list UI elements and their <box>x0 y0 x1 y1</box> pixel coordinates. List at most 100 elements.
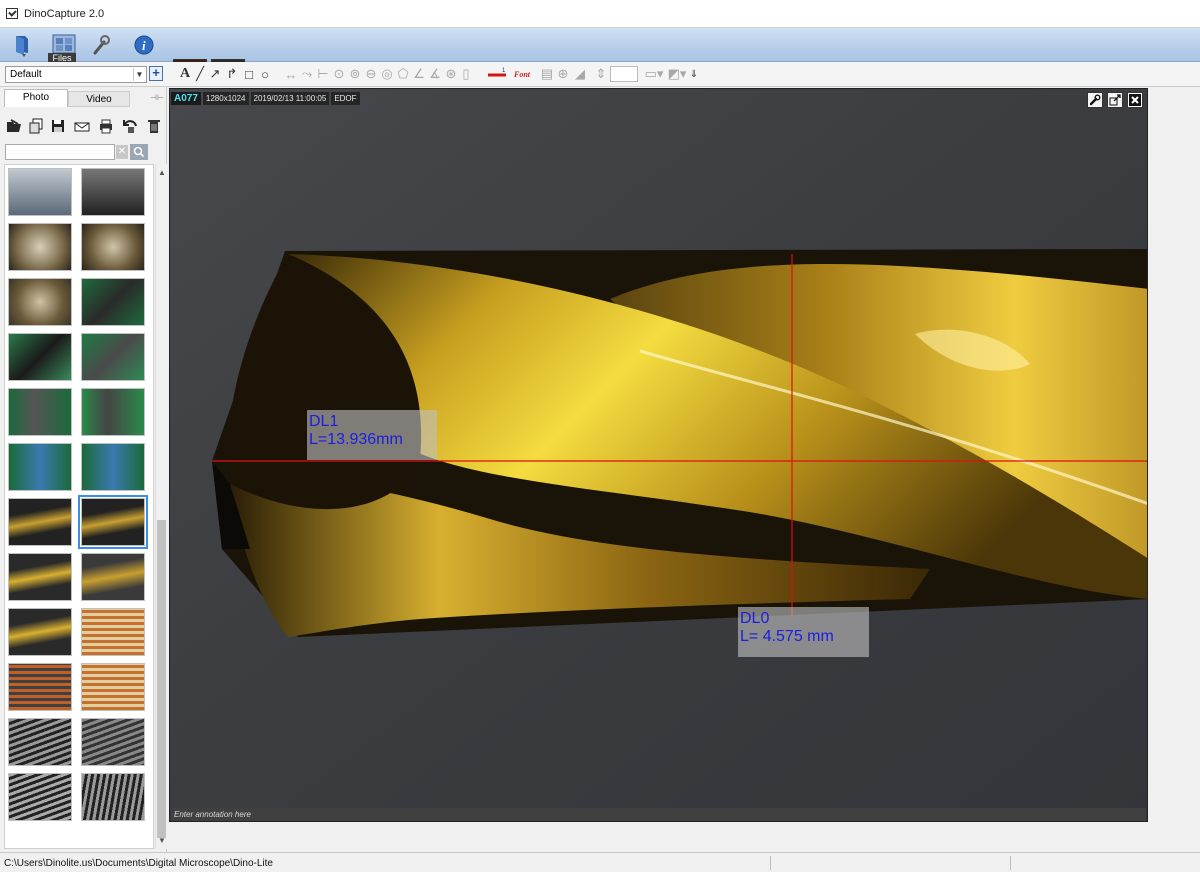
distance-tool-icon[interactable]: ↔ <box>284 65 298 83</box>
gallery-thumbnail[interactable] <box>81 608 145 656</box>
line-width-field[interactable] <box>610 66 638 82</box>
gallery-thumbnail[interactable] <box>8 443 72 491</box>
pin-down-icon[interactable]: ⇓ <box>689 65 699 83</box>
status-bar: C:\Users\Dinolite.us\Documents\Digital M… <box>0 852 1200 872</box>
profile-select[interactable]: Default ▼ <box>5 66 147 83</box>
gallery-thumbnail[interactable] <box>81 278 145 326</box>
concentric-circles-icon[interactable]: ◎ <box>380 65 394 83</box>
gallery-scrollbar[interactable]: ▲ ▼ <box>155 164 167 849</box>
gallery-thumbnail[interactable] <box>81 168 145 216</box>
line-tool-icon[interactable]: ╱ <box>193 65 207 83</box>
circle-three-point-icon[interactable]: ⊖ <box>364 65 378 83</box>
gallery-thumbnail[interactable] <box>8 498 72 546</box>
measurement-label-dl0[interactable]: DL0 L= 4.575 mm <box>738 607 869 657</box>
viewer-popout-button[interactable] <box>1107 92 1123 108</box>
folder-icon <box>16 36 28 57</box>
report-icon[interactable]: ▤ <box>540 65 554 83</box>
measurement-label-dl1[interactable]: DL1 L=13.936mm <box>307 410 437 460</box>
circle-radius-icon[interactable]: ⊙ <box>332 65 346 83</box>
gallery-thumbnail[interactable] <box>81 388 145 436</box>
search-button[interactable] <box>130 144 148 160</box>
scroll-down-icon[interactable]: ▼ <box>158 836 166 845</box>
overlay-icon[interactable]: ▭▾ <box>644 65 664 83</box>
image-info-bar: A077 1280x1024 2019/02/13 11:00:05 EDOF <box>171 91 360 105</box>
gallery-thumbnail[interactable] <box>78 495 148 549</box>
viewer-settings-button[interactable] <box>1087 92 1103 108</box>
size-icon[interactable]: ⇕ <box>596 65 607 83</box>
chart-icon[interactable]: ◢ <box>573 65 587 83</box>
polyline-distance-icon[interactable]: ⤳ <box>300 65 314 83</box>
annotation-input[interactable]: Enter annotation here <box>171 808 1146 821</box>
mode-badge: EDOF <box>331 91 360 105</box>
gallery-thumbnail[interactable] <box>81 718 145 766</box>
gallery-thumbnail[interactable] <box>81 663 145 711</box>
tab-video[interactable]: Video <box>68 91 130 107</box>
three-point-angle-icon[interactable]: ∡ <box>428 65 442 83</box>
arrow-tool-icon[interactable]: ↗ <box>208 65 222 83</box>
line-color-button[interactable]: 1 <box>486 65 510 83</box>
polygon-area-icon[interactable]: ⬠ <box>396 65 410 83</box>
rectangle-tool-icon[interactable]: □ <box>242 65 256 83</box>
panel-pin-icon[interactable]: ⊣⊢ <box>150 93 164 102</box>
circle-diameter-icon[interactable]: ⊚ <box>348 65 362 83</box>
image-adjust-icon[interactable]: ◩▾ <box>667 65 687 83</box>
popout-icon <box>1109 94 1121 106</box>
open-folder-button[interactable] <box>12 31 36 59</box>
title-bar: DinoCapture 2.0 <box>0 0 1200 28</box>
rotate-icon[interactable] <box>122 118 138 134</box>
app-icon <box>6 8 18 19</box>
gallery-thumbnail[interactable] <box>81 443 145 491</box>
gallery-thumbnail[interactable] <box>8 168 72 216</box>
ellipse-tool-icon[interactable]: ○ <box>258 65 272 83</box>
svg-text:1: 1 <box>502 68 506 74</box>
print-icon[interactable] <box>98 118 114 134</box>
measurement-value: L=13.936mm <box>309 431 403 448</box>
camera-name: A077 <box>171 91 201 105</box>
email-icon[interactable] <box>74 118 90 134</box>
gallery-thumbnail[interactable] <box>8 718 72 766</box>
about-button[interactable]: i <box>132 31 156 59</box>
gallery-thumbnail[interactable] <box>81 333 145 381</box>
wrench-icon <box>1089 94 1101 106</box>
font-button[interactable]: Font <box>511 65 533 83</box>
search-input[interactable] <box>5 144 115 160</box>
scroll-up-icon[interactable]: ▲ <box>158 168 166 177</box>
profile-value: Default <box>10 69 42 80</box>
text-tool-icon[interactable]: A <box>178 65 192 83</box>
zoom-icon[interactable]: ⊕ <box>556 65 570 83</box>
grid-calibration-icon[interactable]: ⊛ <box>444 65 458 83</box>
timestamp-badge: 2019/02/13 11:00:05 <box>250 91 330 105</box>
scrollbar-thumb[interactable] <box>157 520 166 838</box>
measurement-value: L= 4.575 mm <box>740 628 834 645</box>
gallery-thumbnail[interactable] <box>81 223 145 271</box>
gallery-thumbnail[interactable] <box>8 553 72 601</box>
image-viewer[interactable]: DL1 L=13.936mm DL0 L= 4.575 mm <box>169 88 1148 822</box>
add-profile-button[interactable]: + <box>149 66 163 81</box>
gallery-thumbnail[interactable] <box>8 223 72 271</box>
parallel-distance-icon[interactable]: ⊢ <box>316 65 330 83</box>
chevron-down-icon[interactable]: ▼ <box>133 68 145 81</box>
settings-tool-button[interactable] <box>90 31 112 59</box>
gallery-thumbnail[interactable] <box>8 333 72 381</box>
gallery-thumbnail[interactable] <box>8 663 72 711</box>
status-path: C:\Users\Dinolite.us\Documents\Digital M… <box>4 858 273 869</box>
gallery-thumbnail[interactable] <box>8 773 72 821</box>
status-divider <box>770 856 771 870</box>
gallery-thumbnail[interactable] <box>81 773 145 821</box>
gallery-thumbnail[interactable] <box>8 388 72 436</box>
ruler-icon[interactable]: ▯ <box>460 65 472 83</box>
copy-icon[interactable] <box>28 118 44 134</box>
measurement-name: DL1 <box>309 413 339 430</box>
open-file-icon[interactable] <box>6 118 22 134</box>
save-icon[interactable] <box>50 118 66 134</box>
gallery-thumbnail[interactable] <box>8 608 72 656</box>
tab-photo[interactable]: Photo <box>4 89 68 107</box>
gallery-thumbnail[interactable] <box>8 278 72 326</box>
clear-search-icon[interactable]: ✕ <box>116 145 128 159</box>
polyline-tool-icon[interactable]: ↱ <box>224 65 240 83</box>
gallery-thumbnail[interactable] <box>81 553 145 601</box>
angle-tool-icon[interactable]: ∠ <box>412 65 426 83</box>
viewer-close-button[interactable] <box>1127 92 1143 108</box>
delete-icon[interactable] <box>146 118 162 134</box>
close-icon <box>1129 94 1141 106</box>
